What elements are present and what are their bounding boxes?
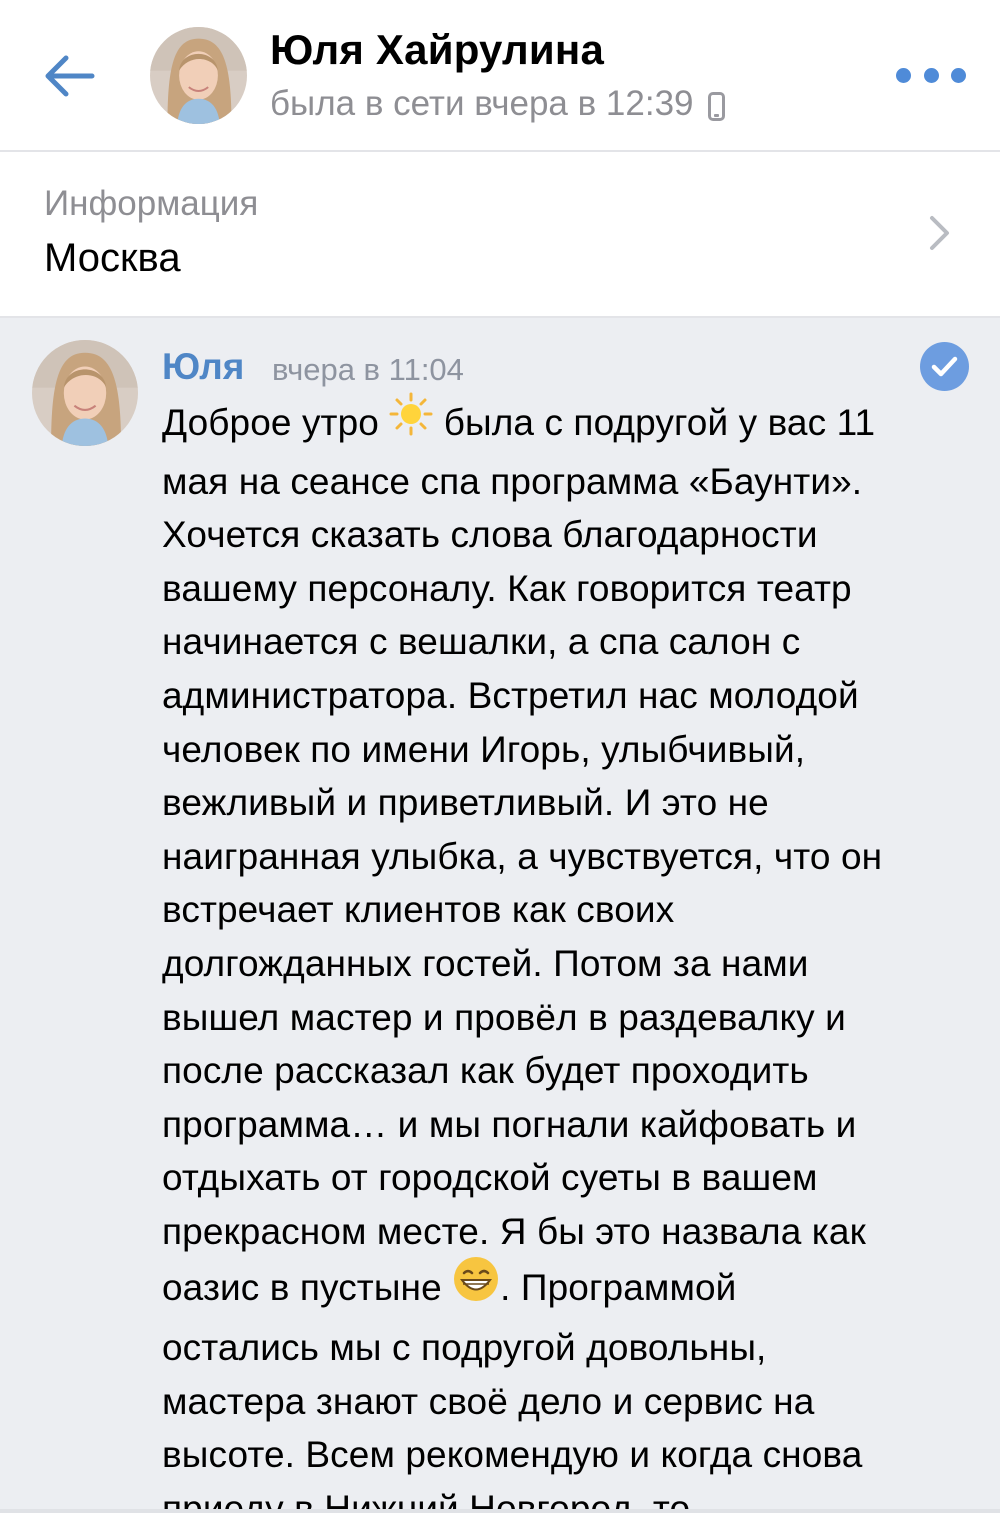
more-icon <box>896 67 911 83</box>
message-text: Доброе утро была с подругой у вас 11 мая… <box>162 392 982 1513</box>
message-area: Юля вчера в 11:04 Доброе утро была с под… <box>0 316 1000 1513</box>
back-arrow-icon <box>45 55 95 97</box>
phone-icon <box>707 91 725 121</box>
last-seen-text: была в сети вчера в 12:39 <box>270 84 694 123</box>
message-time: вчера в 11:04 <box>272 352 464 387</box>
back-button[interactable] <box>40 46 100 106</box>
avatar-photo <box>32 340 138 446</box>
sun-emoji-icon <box>389 392 433 451</box>
bottom-divider <box>0 1509 1000 1513</box>
contact-avatar[interactable] <box>150 27 247 124</box>
grinning-face-emoji-icon <box>452 1255 500 1318</box>
info-row[interactable]: Информация Москва <box>0 154 1000 316</box>
more-icon-dot <box>923 67 939 83</box>
read-check-icon <box>920 342 969 391</box>
info-label: Информация <box>44 184 259 223</box>
last-seen-status: была в сети вчера в 12:39 <box>270 84 725 124</box>
info-value: Москва <box>44 236 181 280</box>
message-text-part: была с подругой у вас 11 мая на сеансе с… <box>162 402 883 1308</box>
more-icon-dot <box>951 67 966 83</box>
chat-header: Юля Хайрулина была в сети вчера в 12:39 <box>0 0 1000 152</box>
contact-name[interactable]: Юля Хайрулина <box>270 26 604 74</box>
message-avatar[interactable] <box>32 340 138 446</box>
more-button[interactable] <box>896 58 966 92</box>
chevron-right-icon[interactable] <box>928 214 952 252</box>
message-author[interactable]: Юля <box>162 346 244 388</box>
message-text-part: Доброе утро <box>162 402 390 444</box>
avatar-photo <box>150 27 247 124</box>
